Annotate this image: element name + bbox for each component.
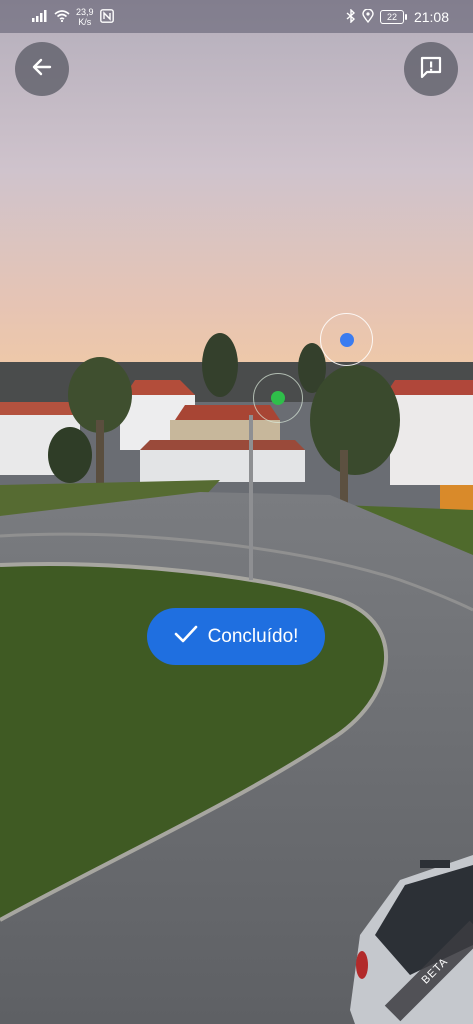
status-bar-right: 22 21:08 bbox=[346, 6, 449, 28]
status-time: 21:08 bbox=[413, 9, 449, 25]
done-label: Concluído! bbox=[207, 625, 299, 647]
current-position-marker bbox=[253, 373, 303, 423]
location-icon bbox=[362, 7, 374, 26]
battery-icon: 22 bbox=[379, 10, 407, 24]
arrow-left-icon bbox=[30, 55, 54, 84]
wifi-icon bbox=[54, 9, 70, 25]
feedback-icon bbox=[418, 54, 444, 85]
network-speed-unit: K/s bbox=[78, 17, 92, 27]
bluetooth-icon bbox=[346, 7, 356, 26]
camera-view bbox=[0, 0, 473, 1024]
nfc-icon bbox=[99, 8, 114, 26]
status-bar-left: 23,9 K/s bbox=[32, 6, 114, 28]
signal-icon bbox=[32, 9, 48, 25]
back-button[interactable] bbox=[15, 42, 69, 96]
destination-dot bbox=[339, 332, 354, 347]
current-position-dot bbox=[271, 391, 285, 405]
feedback-button[interactable] bbox=[404, 42, 458, 96]
battery-level: 22 bbox=[386, 12, 397, 22]
done-status-chip: Concluído! bbox=[147, 608, 325, 665]
network-speed: 23,9 K/s bbox=[76, 7, 94, 27]
destination-marker bbox=[320, 313, 373, 366]
status-bar: 23,9 K/s 22 21:08 bbox=[0, 0, 473, 33]
network-speed-value: 23,9 bbox=[76, 7, 94, 17]
check-icon bbox=[174, 624, 198, 650]
